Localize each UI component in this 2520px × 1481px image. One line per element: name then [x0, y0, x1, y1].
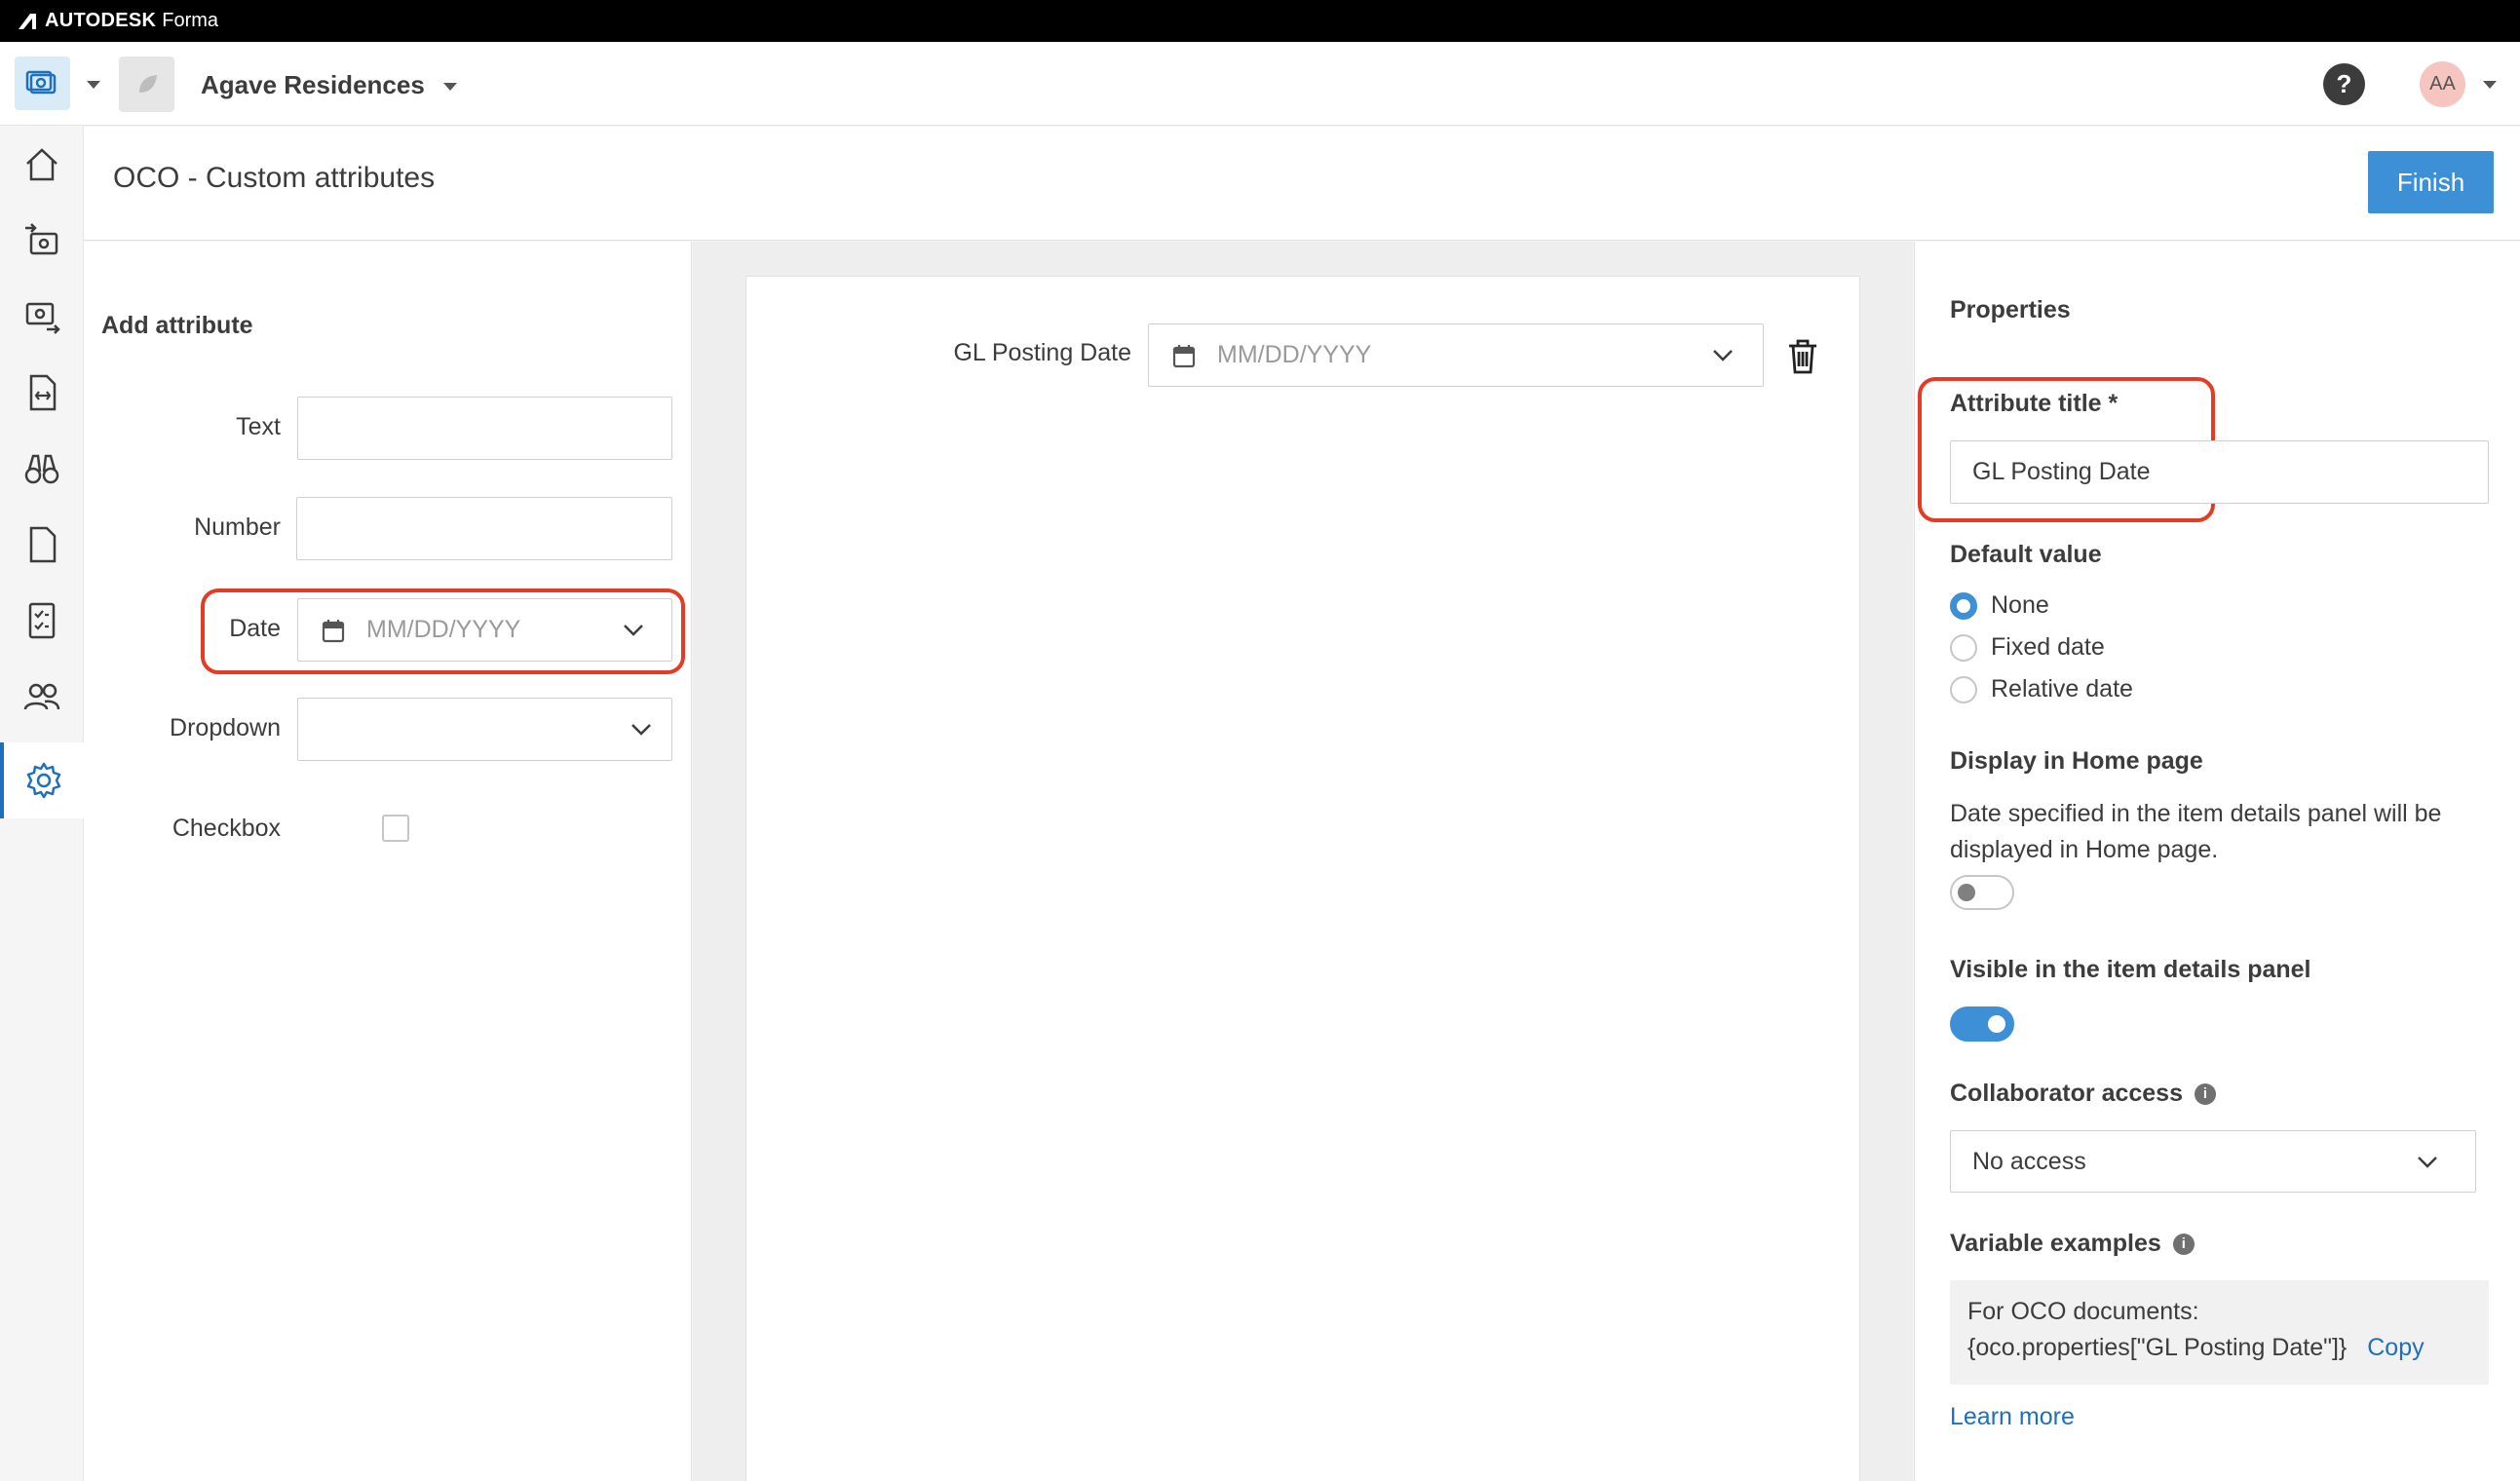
app-switcher-button[interactable]	[15, 57, 70, 110]
gl-posting-date-field[interactable]: MM/DD/YYYY	[1148, 323, 1764, 387]
date-placeholder: MM/DD/YYYY	[366, 616, 521, 643]
dropdown-attribute-field[interactable]	[297, 698, 672, 761]
radio-none-option[interactable]: None	[1950, 591, 2049, 620]
info-icon[interactable]: i	[2195, 1082, 2216, 1105]
chevron-down-icon	[2418, 1157, 2437, 1168]
properties-panel: Properties Attribute title * GL Posting …	[1914, 242, 2520, 1481]
number-attribute-label: Number	[194, 513, 281, 541]
radio-none-label: None	[1991, 591, 2049, 619]
collaborator-access-label: Collaborator access	[1950, 1080, 2183, 1107]
project-name: Agave Residences	[201, 70, 425, 99]
radio-relative-option[interactable]: Relative date	[1950, 675, 2133, 703]
app-switcher-caret-icon[interactable]	[87, 81, 100, 89]
members-icon	[23, 683, 60, 710]
radio-none[interactable]	[1950, 591, 1977, 620]
variable-examples-line2-row: {oco.properties["GL Posting Date"]} Copy	[1967, 1330, 2471, 1366]
variable-examples-box: For OCO documents: {oco.properties["GL P…	[1950, 1280, 2489, 1385]
collaborator-access-value: No access	[1972, 1147, 2086, 1175]
date-attribute-field[interactable]: MM/DD/YYYY	[297, 598, 672, 662]
project-leaf-icon	[138, 74, 157, 93]
finish-button[interactable]: Finish	[2368, 151, 2494, 213]
rail-home[interactable]	[0, 127, 84, 203]
search-binoculars-icon	[24, 454, 59, 484]
collaborator-access-heading: Collaborator access i	[1950, 1080, 2216, 1108]
display-home-label: Display in Home page	[1950, 747, 2203, 775]
cost-inbound-icon	[25, 223, 58, 255]
rail-cost-outbound[interactable]	[0, 279, 84, 355]
checklist-icon	[28, 602, 56, 639]
attribute-title-label: Attribute title *	[1950, 390, 2119, 417]
radio-fixed-label: Fixed date	[1991, 633, 2105, 661]
cost-app-icon	[25, 70, 56, 94]
add-attribute-title: Add attribute	[101, 312, 253, 339]
project-thumbnail	[119, 57, 174, 112]
delete-attribute-button[interactable]	[1787, 339, 1818, 379]
dropdown-attribute-label: Dropdown	[170, 714, 281, 741]
calendar-icon	[322, 619, 345, 642]
form-canvas: GL Posting Date MM/DD/YYYY	[693, 242, 1913, 1481]
number-attribute-field[interactable]	[296, 497, 672, 560]
rail-checklist[interactable]	[0, 583, 84, 659]
brand-name: AUTODESK	[45, 10, 157, 31]
gl-posting-date-label: GL Posting Date	[953, 339, 1131, 366]
app-header: Agave Residences ? AA	[0, 42, 2520, 126]
text-attribute-field[interactable]	[297, 397, 672, 460]
brand-bar: AUTODESK Forma	[0, 0, 2520, 42]
learn-more-link[interactable]: Learn more	[1950, 1403, 2075, 1431]
radio-fixed-option[interactable]: Fixed date	[1950, 633, 2105, 662]
display-home-toggle[interactable]	[1950, 875, 2014, 910]
chevron-down-icon	[631, 724, 651, 736]
product-name: Forma	[162, 10, 219, 31]
page-header: OCO - Custom attributes Finish	[84, 127, 2520, 241]
calendar-icon	[1172, 344, 1196, 367]
file-icon	[29, 526, 57, 563]
visible-details-label: Visible in the item details panel	[1950, 956, 2311, 983]
date-attribute-label: Date	[229, 615, 281, 642]
text-attribute-label: Text	[236, 413, 281, 440]
settings-icon	[26, 762, 61, 799]
documents-icon	[29, 374, 57, 411]
cost-outbound-icon	[25, 302, 60, 334]
radio-fixed[interactable]	[1950, 633, 1977, 662]
date-placeholder: MM/DD/YYYY	[1217, 341, 1372, 368]
checkbox-attribute-field[interactable]	[382, 815, 409, 842]
variable-examples-label: Variable examples	[1950, 1230, 2161, 1257]
home-icon	[26, 148, 57, 181]
display-home-description: Date specified in the item details panel…	[1950, 800, 2442, 863]
toggle-knob	[1988, 1015, 2005, 1033]
chevron-down-icon	[443, 83, 458, 92]
visible-details-toggle[interactable]	[1950, 1006, 2014, 1042]
radio-relative[interactable]	[1950, 675, 1977, 703]
collaborator-access-select[interactable]: No access	[1950, 1130, 2476, 1193]
variable-examples-heading: Variable examples i	[1950, 1230, 2195, 1258]
add-attribute-panel: Add attribute Text Number Date MM/DD/YYY…	[84, 242, 692, 1481]
default-value-label: Default value	[1950, 541, 2102, 568]
checkbox-attribute-label: Checkbox	[172, 815, 281, 842]
toggle-knob	[1958, 884, 1975, 901]
info-icon[interactable]: i	[2172, 1233, 2195, 1255]
rail-members[interactable]	[0, 659, 84, 735]
avatar[interactable]: AA	[2420, 61, 2465, 107]
left-rail	[0, 127, 84, 1481]
project-selector[interactable]: Agave Residences	[201, 65, 458, 104]
variable-expression: {oco.properties["GL Posting Date"]}	[1967, 1334, 2348, 1361]
trash-icon	[1789, 339, 1816, 374]
page-title: OCO - Custom attributes	[113, 162, 436, 194]
user-menu-caret-icon[interactable]	[2483, 81, 2497, 89]
help-button[interactable]: ?	[2323, 63, 2365, 105]
rail-cost-inbound[interactable]	[0, 203, 84, 279]
variable-examples-line1: For OCO documents:	[1967, 1298, 2199, 1325]
autodesk-logo-icon	[19, 13, 36, 29]
properties-title: Properties	[1950, 296, 2071, 323]
attribute-title-input[interactable]: GL Posting Date	[1950, 440, 2489, 504]
form-preview-card: GL Posting Date MM/DD/YYYY	[745, 276, 1860, 1481]
radio-relative-label: Relative date	[1991, 675, 2133, 703]
rail-documents[interactable]	[0, 355, 84, 431]
copy-link[interactable]: Copy	[2367, 1334, 2424, 1361]
rail-settings[interactable]	[0, 742, 84, 818]
chevron-down-icon	[1713, 350, 1733, 361]
rail-search[interactable]	[0, 431, 84, 507]
rail-files[interactable]	[0, 507, 84, 583]
chevron-down-icon	[624, 625, 643, 636]
